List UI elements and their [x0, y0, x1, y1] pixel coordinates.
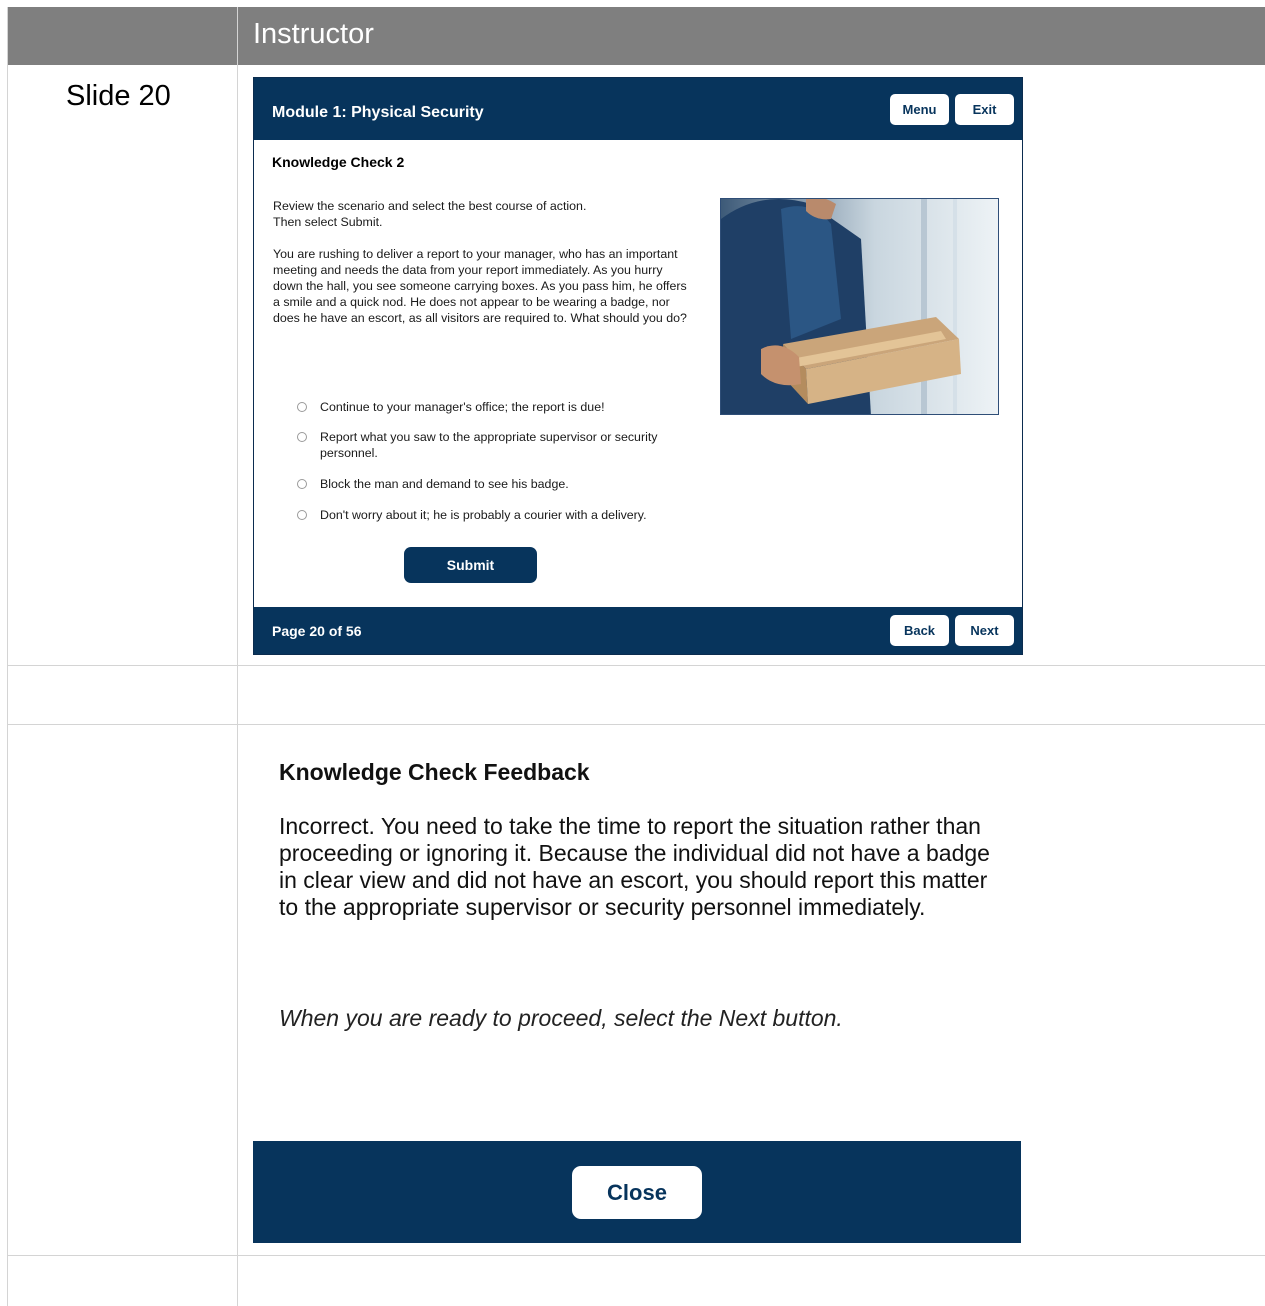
feedback-title: Knowledge Check Feedback: [279, 759, 590, 785]
exit-button[interactable]: Exit: [955, 94, 1014, 125]
module-title: Module 1: Physical Security: [272, 104, 484, 121]
back-button[interactable]: Back: [890, 615, 949, 646]
page-counter: Page 20 of 56: [272, 623, 362, 639]
feedback-footer-bar: Close: [253, 1141, 1021, 1243]
close-button[interactable]: Close: [572, 1166, 702, 1219]
instructions: Review the scenario and select the best …: [273, 198, 693, 230]
scenario-text: You are rushing to deliver a report to y…: [273, 247, 687, 325]
next-button[interactable]: Next: [955, 615, 1014, 646]
answer-option-label: Don't worry about it; he is probably a c…: [320, 508, 647, 522]
slide-footer-bar: Page 20 of 56 Back Next: [254, 607, 1022, 654]
table-column-divider: [237, 7, 238, 1306]
radio-button[interactable]: [297, 432, 307, 442]
radio-button[interactable]: [297, 510, 307, 520]
radio-button[interactable]: [297, 402, 307, 412]
table-row-divider: [8, 665, 1265, 666]
slide-number-label: Slide 20: [66, 80, 171, 112]
table-header-band: [8, 7, 1265, 65]
menu-button[interactable]: Menu: [890, 94, 949, 125]
answer-option-label: Report what you saw to the appropriate s…: [320, 430, 658, 460]
answer-option-label: Continue to your manager's office; the r…: [320, 400, 605, 414]
table-row-divider: [8, 724, 1265, 725]
courier-photo: [720, 198, 999, 415]
slide-header-bar: Module 1: Physical Security Menu Exit: [254, 78, 1022, 140]
submit-button[interactable]: Submit: [404, 547, 537, 583]
feedback-hint: When you are ready to proceed, select th…: [279, 1005, 843, 1031]
knowledge-check-heading: Knowledge Check 2: [272, 154, 405, 170]
feedback-body: Incorrect. You need to take the time to …: [279, 813, 990, 920]
instructions-line: Then select Submit.: [273, 215, 383, 229]
table-row-divider: [8, 1255, 1265, 1256]
answer-option-label: Block the man and demand to see his badg…: [320, 477, 569, 491]
instructions-line: Review the scenario and select the best …: [273, 199, 587, 213]
table-header-instructor: Instructor: [253, 18, 374, 50]
course-slide: Module 1: Physical Security Menu Exit Kn…: [253, 77, 1023, 655]
radio-button[interactable]: [297, 479, 307, 489]
table-border-left: [7, 7, 8, 1306]
